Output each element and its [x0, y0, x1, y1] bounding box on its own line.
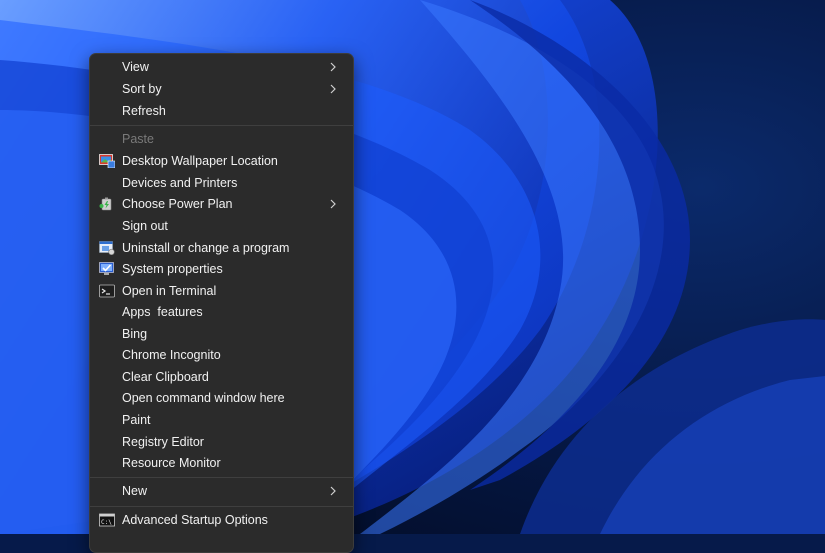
menu-item-chrome-incognito[interactable]: Chrome Incognito [94, 345, 349, 366]
wallpaper-location-icon [99, 154, 115, 168]
menu-item-system-properties[interactable]: System properties [94, 259, 349, 280]
menu-item-label: Sort by [122, 82, 162, 96]
menu-separator [90, 506, 353, 507]
menu-item-sign-out[interactable]: Sign out [94, 216, 349, 237]
menu-item-open-command-window[interactable]: Open command window here [94, 388, 349, 409]
menu-item-label: Sign out [122, 219, 168, 233]
menu-item-label: Bing [122, 327, 148, 341]
menu-item-open-in-terminal[interactable]: Open in Terminal [94, 281, 349, 302]
menu-item-uninstall-program[interactable]: Uninstall or change a program [94, 238, 349, 259]
chevron-right-icon [330, 199, 336, 209]
chevron-right-icon [330, 62, 336, 72]
desktop-context-menu: View Sort by Refresh Paste Desktop Wallp… [89, 53, 354, 553]
menu-item-clear-clipboard[interactable]: Clear Clipboard [94, 367, 349, 388]
menu-item-label: Desktop Wallpaper Location [122, 154, 278, 168]
menu-item-label: Refresh [122, 104, 166, 118]
menu-item-desktop-wallpaper-location[interactable]: Desktop Wallpaper Location [94, 151, 349, 172]
menu-item-devices-and-printers[interactable]: Devices and Printers [94, 173, 349, 194]
menu-item-choose-power-plan[interactable]: Choose Power Plan [94, 194, 349, 215]
menu-item-sort-by[interactable]: Sort by [94, 79, 349, 100]
menu-item-paste: Paste [94, 129, 349, 150]
menu-separator [90, 477, 353, 478]
menu-item-label: Registry Editor [122, 435, 204, 449]
menu-item-label: Apps features [122, 305, 203, 319]
system-properties-icon [99, 262, 114, 275]
power-plan-icon [99, 197, 112, 211]
svg-text:C:\: C:\ [101, 519, 112, 526]
menu-item-apps-features[interactable]: Apps features [94, 302, 349, 323]
chevron-right-icon [330, 84, 336, 94]
menu-item-label: Clear Clipboard [122, 370, 209, 384]
menu-item-label: Choose Power Plan [122, 197, 233, 211]
terminal-icon [99, 284, 115, 298]
menu-item-label: View [122, 60, 149, 74]
menu-item-new[interactable]: New [94, 481, 349, 502]
menu-item-label: Open command window here [122, 391, 285, 405]
menu-item-label: New [122, 484, 148, 498]
menu-item-label: Resource Monitor [122, 456, 221, 470]
menu-item-label: Paste [122, 132, 154, 146]
menu-item-label: Open in Terminal [122, 284, 217, 298]
menu-item-label: System properties [122, 262, 223, 276]
menu-item-resource-monitor[interactable]: Resource Monitor [94, 453, 349, 474]
menu-item-label: Advanced Startup Options [122, 513, 268, 527]
menu-item-bing[interactable]: Bing [94, 324, 349, 345]
command-prompt-icon: C:\ [99, 513, 115, 527]
programs-icon [99, 241, 115, 255]
chevron-right-icon [330, 486, 336, 496]
menu-item-label: Uninstall or change a program [122, 241, 290, 255]
menu-item-paint[interactable]: Paint [94, 410, 349, 431]
menu-item-registry-editor[interactable]: Registry Editor [94, 432, 349, 453]
menu-item-refresh[interactable]: Refresh [94, 101, 349, 122]
menu-item-label: Chrome Incognito [122, 348, 221, 362]
menu-item-label: Devices and Printers [122, 176, 238, 190]
menu-item-view[interactable]: View [94, 57, 349, 78]
menu-item-label: Paint [122, 413, 151, 427]
menu-item-advanced-startup-options[interactable]: C:\ Advanced Startup Options [94, 510, 349, 531]
menu-separator [90, 125, 353, 126]
